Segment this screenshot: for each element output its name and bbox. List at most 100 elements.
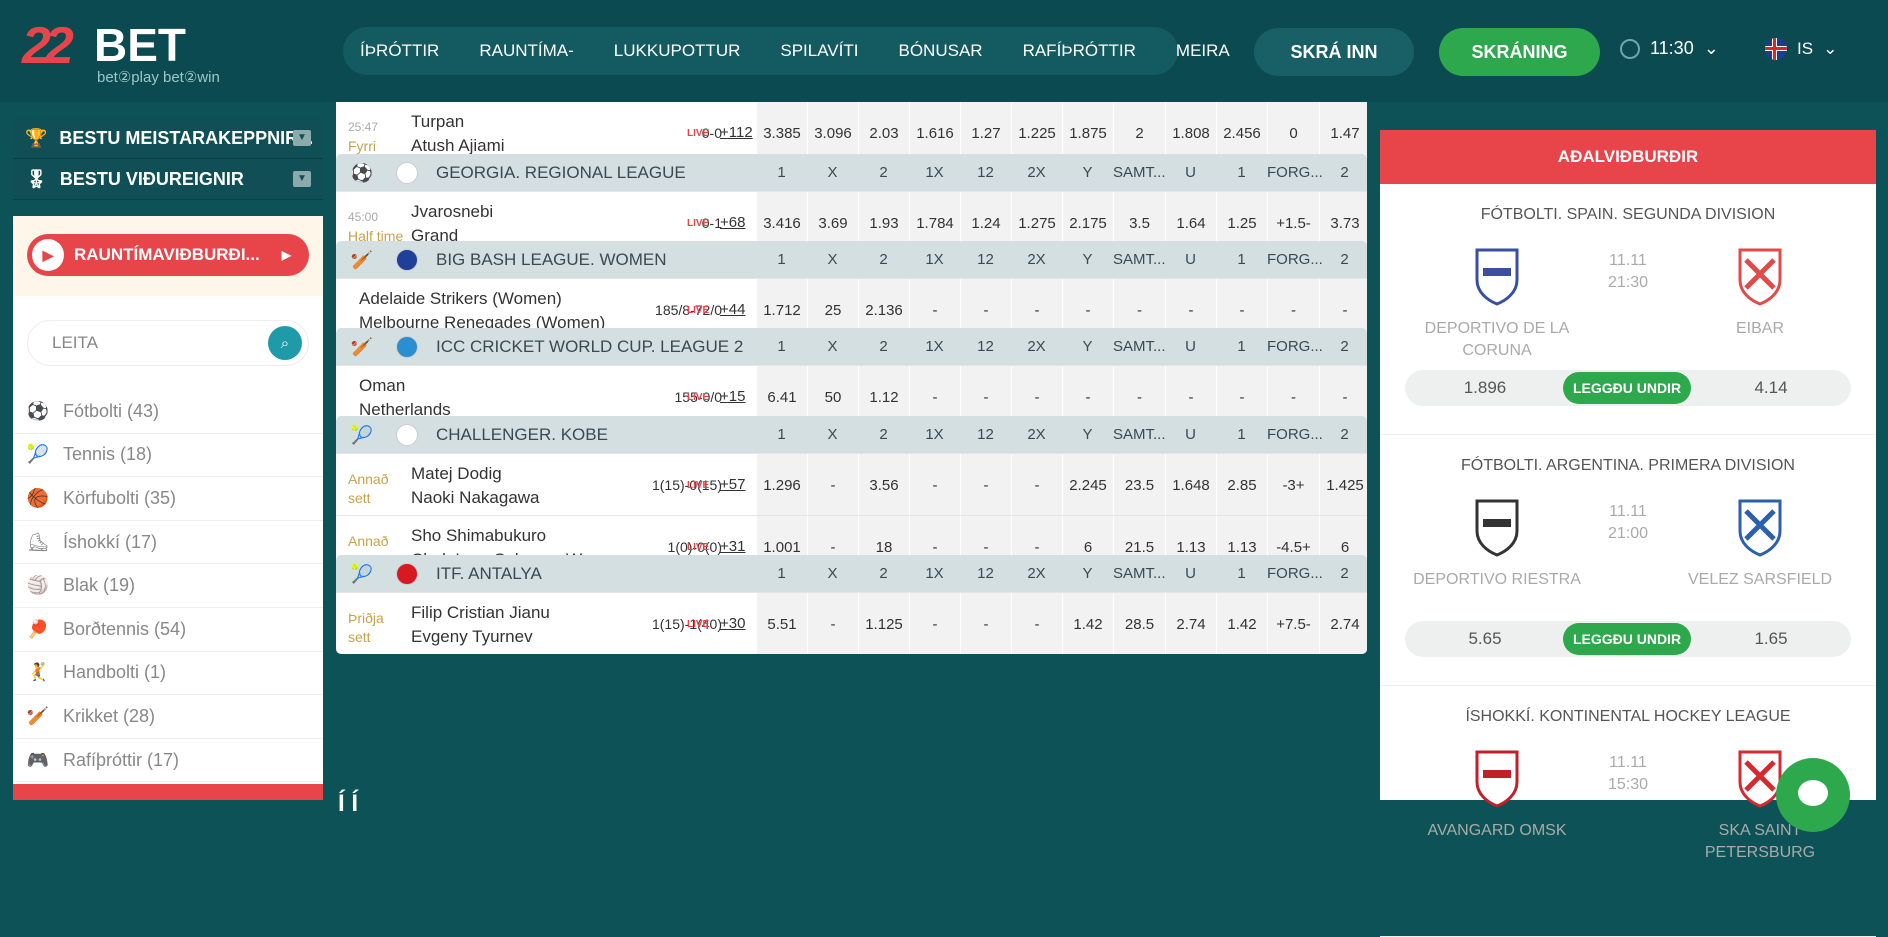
column-header[interactable]: 2X [1011,328,1062,365]
column-header[interactable]: U [1165,416,1216,453]
column-header[interactable]: X [807,154,858,191]
more-markets-link[interactable]: +44 [720,301,745,318]
column-header[interactable]: 12 [960,416,1011,453]
column-header[interactable]: U [1165,154,1216,191]
column-header[interactable]: 1 [756,328,807,365]
column-header[interactable]: 1X [909,555,960,592]
nav-casino[interactable]: SPILAVÍTI [780,41,858,61]
chevron-down-icon[interactable]: ▼ [293,171,311,187]
column-header[interactable]: X [807,416,858,453]
time-selector[interactable]: 11:30 ⌄ [1620,38,1719,59]
column-header[interactable]: 1X [909,328,960,365]
odds-cell[interactable]: 5.51 [756,593,807,654]
column-header[interactable]: Y [1062,154,1113,191]
sport-ice-hockey[interactable]: ⛸ Íshokkí (17) [13,521,323,565]
column-header[interactable]: 1 [1216,555,1267,592]
column-header[interactable]: 1X [909,416,960,453]
place-bet-button[interactable]: LEGGÐU UNDIR [1563,623,1691,655]
match-teams[interactable]: Filip Cristian Jianu Evgeny Tyurnev [411,601,550,649]
odd-team-1[interactable]: 5.65 [1405,621,1565,657]
odds-cell[interactable]: 1.296 [756,454,807,516]
table-row[interactable]: Annað sett Matej Dodig Naoki Nakagawa 1(15)… [336,453,1367,516]
column-header[interactable]: 2X [1011,241,1062,278]
search-input[interactable]: LEITA [52,333,98,353]
column-header[interactable]: Y [1062,328,1113,365]
column-header[interactable]: SAMT... [1113,416,1166,453]
sport-volleyball[interactable]: 🏐 Blak (19) [13,564,323,608]
column-header[interactable]: FORG... [1267,154,1323,191]
odds-cell[interactable]: 2.74 [1319,593,1367,654]
column-header[interactable]: 1 [756,241,807,278]
more-markets-link[interactable]: +30 [720,615,745,632]
odds-cell[interactable]: -3+ [1267,454,1319,516]
column-header[interactable]: 1 [1216,241,1267,278]
odds-cell[interactable]: 1.42 [1216,593,1267,654]
top-championships[interactable]: 🏆 BESTU MEISTARAKEPPNIR... ▼ [13,118,323,159]
column-header[interactable]: 2 [1319,328,1367,365]
column-header[interactable]: 1X [909,241,960,278]
odds-cell[interactable]: 28.5 [1113,593,1165,654]
more-markets-link[interactable]: +112 [720,124,753,141]
column-header[interactable]: 1 [756,416,807,453]
column-header[interactable]: 1 [1216,328,1267,365]
match-teams[interactable]: Turpan Atush Ajiami [411,110,505,158]
sport-handball[interactable]: 🤾 Handbolti (1) [13,652,323,696]
place-bet-button[interactable]: LEGGÐU UNDIR [1563,372,1691,404]
column-header[interactable]: SAMT... [1113,154,1166,191]
column-header[interactable]: 12 [960,555,1011,592]
column-header[interactable]: X [807,555,858,592]
nav-bonuses[interactable]: BÓNUSAR [898,41,982,61]
sport-table-tennis[interactable]: 🏓 Borðtennis (54) [13,608,323,652]
column-header[interactable]: 2 [1319,555,1367,592]
search-icon[interactable]: ⌕ [268,326,302,360]
language-selector[interactable]: IS ⌄ [1765,38,1837,60]
odds-cell[interactable]: 1.42 [1062,593,1113,654]
column-header[interactable]: SAMT... [1113,328,1166,365]
search-field[interactable]: LEITA ⌕ [27,320,309,366]
column-header[interactable]: 1 [756,154,807,191]
match-teams[interactable]: Oman Netherlands [359,374,451,422]
column-header[interactable]: FORG... [1267,241,1323,278]
column-header[interactable]: 12 [960,328,1011,365]
odd-team-2[interactable]: 4.14 [1691,370,1851,406]
nav-sports[interactable]: ÍÞRÓTTIR [360,41,439,61]
column-header[interactable]: SAMT... [1113,241,1166,278]
column-header[interactable]: Y [1062,416,1113,453]
column-header[interactable]: 2 [858,555,909,592]
login-button[interactable]: SKRÁ INN [1254,28,1414,76]
sport-basketball[interactable]: 🏀 Körfubolti (35) [13,477,323,521]
live-events-button[interactable]: ▶ RAUNTÍMAVIÐBURÐI... ▶ [27,234,309,276]
column-header[interactable]: 1X [909,154,960,191]
column-header[interactable]: 12 [960,241,1011,278]
odds-cell[interactable]: 23.5 [1113,454,1165,516]
league-header[interactable]: 🏏 ICC CRICKET WORLD CUP. LEAGUE 2 1 X 2 1X 12 2… [336,328,1367,365]
sport-football[interactable]: ⚽ Fótbolti (43) [13,390,323,434]
column-header[interactable]: U [1165,555,1216,592]
nav-more[interactable]: MEIRA [1176,41,1230,61]
logo[interactable]: 22 BET bet②play bet②win [22,16,222,86]
column-header[interactable]: U [1165,328,1216,365]
column-header[interactable]: 1 [1216,154,1267,191]
column-header[interactable]: FORG... [1267,416,1323,453]
column-header[interactable]: SAMT... [1113,555,1166,592]
more-markets-link[interactable]: +57 [720,476,745,493]
chat-icon[interactable] [1776,758,1850,832]
column-header[interactable]: 2 [1319,154,1367,191]
more-markets-link[interactable]: +68 [720,214,745,231]
more-markets-link[interactable]: +31 [720,538,745,555]
sport-tennis[interactable]: 🎾 Tennis (18) [13,434,323,478]
column-header[interactable]: 2 [1319,241,1367,278]
column-header[interactable]: 2 [858,154,909,191]
table-row[interactable]: Þriðja sett Filip Cristian Jianu Evgeny Ty… [336,592,1367,654]
nav-jackpot[interactable]: LUKKUPOTTUR [614,41,741,61]
chevron-down-icon[interactable]: ▼ [293,130,311,146]
nav-live[interactable]: RAUNTÍMA- [479,41,573,61]
column-header[interactable]: U [1165,241,1216,278]
odds-cell[interactable]: 1.648 [1165,454,1216,516]
match-teams[interactable]: Matej Dodig Naoki Nakagawa [411,462,540,510]
odd-team-2[interactable]: 1.65 [1691,621,1851,657]
odd-team-1[interactable]: 1.896 [1405,370,1565,406]
more-markets-link[interactable]: +15 [720,388,745,405]
league-header[interactable]: 🎾 CHALLENGER. KOBE 1 X 2 1X 12 2X Y SAMT... U 1 FORG… [336,416,1367,453]
column-header[interactable]: FORG... [1267,555,1323,592]
